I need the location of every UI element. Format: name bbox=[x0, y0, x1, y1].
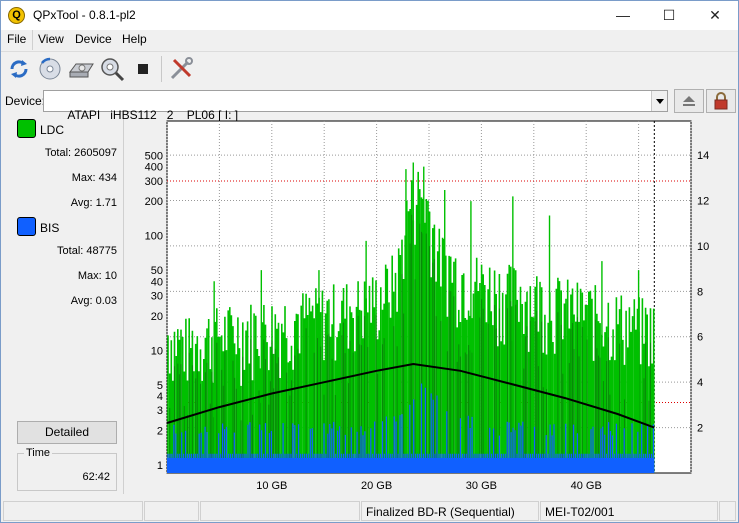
x-tick-label: 20 GB bbox=[361, 480, 392, 492]
y-left-tick-label: 20 bbox=[151, 311, 163, 323]
qpxtool-logo-icon: Q bbox=[8, 7, 25, 24]
title-bar[interactable]: Q QPxTool - 0.8.1-pl2 — ☐ ✕ bbox=[1, 1, 738, 30]
status-grip bbox=[719, 501, 736, 521]
ldc-avg: Avg: 1.71 bbox=[70, 197, 117, 209]
eject-button[interactable] bbox=[674, 89, 704, 113]
x-tick-label: 10 GB bbox=[256, 480, 287, 492]
time-value: 62:42 bbox=[82, 471, 110, 483]
tools-icon[interactable] bbox=[167, 55, 195, 83]
menu-view[interactable]: View bbox=[34, 32, 68, 46]
y-left-tick-label: 100 bbox=[145, 231, 163, 243]
ldc-total: Total: 2605097 bbox=[44, 147, 117, 159]
status-media-type: Finalized BD-R (Sequential) bbox=[361, 501, 539, 521]
y-left-tick-label: 300 bbox=[145, 176, 163, 188]
bis-total: Total: 48775 bbox=[57, 245, 117, 257]
x-tick-label: 30 GB bbox=[466, 480, 497, 492]
menu-bar: File View Device Help bbox=[1, 30, 738, 50]
status-cell-3 bbox=[200, 501, 360, 521]
disc-scan-icon[interactable] bbox=[36, 55, 64, 83]
time-group: Time 62:42 bbox=[17, 447, 117, 491]
y-left-tick-label: 4 bbox=[157, 391, 163, 403]
refresh-icon[interactable] bbox=[5, 55, 33, 83]
status-cell-1 bbox=[3, 501, 143, 521]
x-tick-label: 40 GB bbox=[571, 480, 602, 492]
time-label: Time bbox=[24, 447, 53, 459]
detailed-button[interactable]: Detailed bbox=[17, 421, 117, 444]
y-left-tick-label: 500 bbox=[145, 151, 163, 163]
ldc-legend-label: LDC bbox=[40, 123, 65, 137]
status-media-id: MEI-T02/001 bbox=[540, 501, 718, 521]
device-bar: Device: ATAPI iHBS112 2 PL06 [ I: ] bbox=[1, 87, 738, 122]
y-left-tick-label: 10 bbox=[151, 345, 163, 357]
y-right-tick-label: 2 bbox=[697, 423, 703, 435]
maximize-button[interactable]: ☐ bbox=[646, 1, 692, 30]
device-label: Device: bbox=[5, 94, 46, 108]
status-bar: Finalized BD-R (Sequential) MEI-T02/001 bbox=[1, 500, 738, 522]
chevron-down-icon[interactable] bbox=[651, 91, 667, 111]
panel-divider bbox=[123, 119, 124, 494]
minimize-button[interactable]: — bbox=[600, 1, 646, 30]
y-left-tick-label: 1 bbox=[157, 460, 163, 472]
y-right-tick-label: 14 bbox=[697, 150, 709, 162]
bis-avg: Avg: 0.03 bbox=[70, 295, 117, 307]
y-left-tick-label: 50 bbox=[151, 265, 163, 277]
status-cell-2 bbox=[144, 501, 199, 521]
y-right-tick-label: 6 bbox=[697, 332, 703, 344]
y-left-tick-label: 200 bbox=[145, 196, 163, 208]
y-left-tick-label: 5 bbox=[157, 380, 163, 392]
bis-legend-label: BIS bbox=[40, 221, 60, 235]
app-window: Q QPxTool - 0.8.1-pl2 — ☐ ✕ File View De… bbox=[0, 0, 739, 523]
device-select[interactable]: ATAPI iHBS112 2 PL06 [ I: ] bbox=[43, 90, 668, 122]
ldc-bis-chart: 1234510203040501002003004005002468101214… bbox=[145, 120, 709, 492]
y-left-tick-label: 400 bbox=[145, 162, 163, 174]
stop-icon[interactable] bbox=[129, 55, 157, 83]
y-right-tick-label: 8 bbox=[697, 286, 703, 298]
menu-separator bbox=[32, 30, 33, 50]
zoom-scan-icon[interactable] bbox=[98, 55, 126, 83]
drive-icon[interactable] bbox=[67, 55, 95, 83]
lock-button[interactable] bbox=[706, 89, 736, 113]
y-left-tick-label: 40 bbox=[151, 276, 163, 288]
y-left-tick-label: 3 bbox=[157, 405, 163, 417]
bis-max: Max: 10 bbox=[77, 270, 117, 282]
lock-icon bbox=[714, 92, 728, 110]
close-button[interactable]: ✕ bbox=[692, 1, 738, 30]
toolbar-separator bbox=[161, 56, 162, 82]
menu-file[interactable]: File bbox=[3, 32, 30, 46]
menu-device[interactable]: Device bbox=[71, 32, 116, 46]
y-left-tick-label: 2 bbox=[157, 425, 163, 437]
y-right-tick-label: 10 bbox=[697, 241, 709, 253]
ldc-max: Max: 434 bbox=[71, 172, 117, 184]
ldc-legend-swatch bbox=[17, 119, 36, 138]
y-right-tick-label: 12 bbox=[697, 195, 709, 207]
y-right-tick-label: 4 bbox=[697, 377, 703, 389]
y-left-tick-label: 30 bbox=[151, 291, 163, 303]
bis-baseline bbox=[167, 457, 655, 473]
eject-icon bbox=[683, 96, 695, 106]
menu-help[interactable]: Help bbox=[118, 32, 151, 46]
toolbar bbox=[1, 51, 738, 85]
window-title: QPxTool - 0.8.1-pl2 bbox=[33, 8, 136, 22]
bis-legend-swatch bbox=[17, 217, 36, 236]
